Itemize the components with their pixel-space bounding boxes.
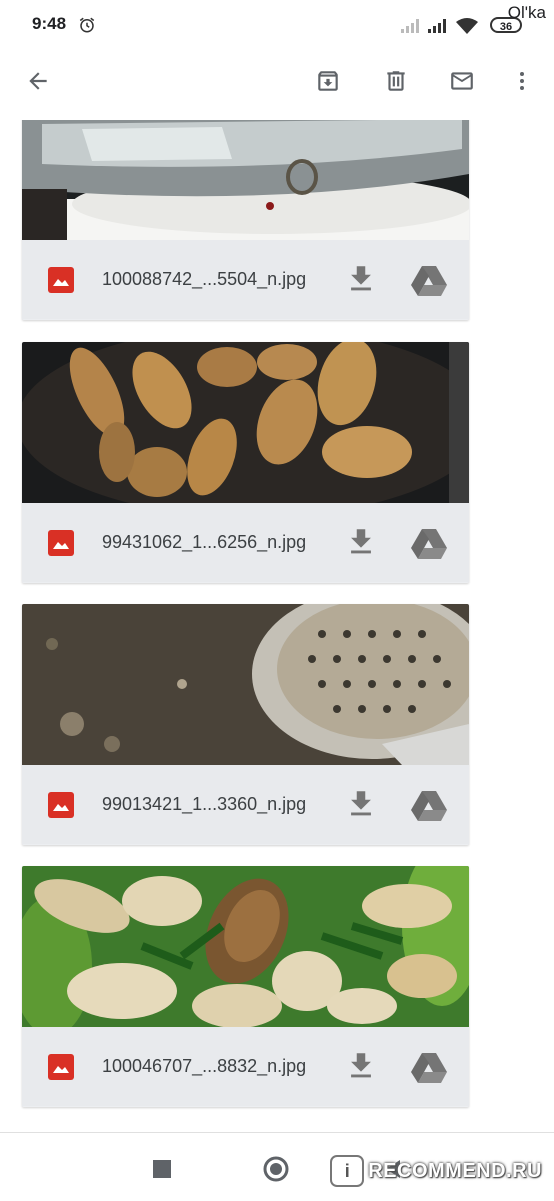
attachment-thumbnail[interactable]	[22, 342, 469, 503]
download-icon	[351, 266, 371, 291]
photo-chicken-salad	[22, 866, 469, 1027]
drive-icon	[411, 529, 447, 559]
status-time: 9:48	[32, 14, 67, 33]
more-options-button[interactable]	[502, 61, 542, 101]
save-to-drive-button[interactable]	[410, 787, 448, 823]
archive-button[interactable]	[308, 61, 348, 101]
watermark-text: RECOMMEND.RU	[368, 1159, 542, 1182]
download-button[interactable]	[344, 787, 378, 821]
recents-button[interactable]	[148, 1155, 176, 1183]
attachment-card[interactable]: 99013421_1...3360_n.jpg	[22, 604, 469, 845]
download-button[interactable]	[344, 262, 378, 296]
photo-pan-skimmer	[22, 604, 469, 765]
square-icon	[153, 1160, 171, 1178]
image-icon	[48, 792, 74, 818]
download-icon	[351, 529, 371, 554]
save-to-drive-button[interactable]	[410, 262, 448, 298]
signal-icon-1	[401, 19, 419, 33]
watermark: i RECOMMEND.RU	[330, 1155, 542, 1187]
home-button[interactable]	[262, 1155, 290, 1183]
attachment-info: 100088742_...5504_n.jpg	[22, 240, 469, 319]
attachments-list: 100088742_...5504_n.jpg 99431062_1...625…	[0, 120, 554, 1132]
mark-unread-button[interactable]	[442, 61, 482, 101]
download-icon	[351, 791, 371, 816]
back-arrow-icon	[29, 72, 47, 90]
drive-icon	[411, 266, 447, 296]
attachment-filename: 99013421_1...3360_n.jpg	[102, 794, 307, 814]
image-icon	[48, 267, 74, 293]
download-button[interactable]	[344, 1049, 378, 1083]
circle-icon	[263, 1156, 289, 1182]
attachment-filename: 100046707_...8832_n.jpg	[102, 1056, 307, 1076]
save-to-drive-button[interactable]	[410, 525, 448, 561]
attachment-card[interactable]: 100046707_...8832_n.jpg	[22, 866, 469, 1107]
attachment-filename: 100088742_...5504_n.jpg	[102, 269, 307, 289]
watermark-logo: i	[330, 1155, 365, 1187]
delete-button[interactable]	[376, 61, 416, 101]
attachment-thumbnail[interactable]	[22, 604, 469, 765]
download-icon	[351, 1053, 371, 1078]
drive-icon	[411, 791, 447, 821]
attachment-thumbnail[interactable]	[22, 120, 469, 240]
attachment-thumbnail[interactable]	[22, 866, 469, 1027]
drive-icon	[411, 1053, 447, 1083]
signal-icon-2	[428, 19, 446, 33]
back-button[interactable]	[18, 61, 58, 101]
trash-icon	[387, 71, 405, 91]
status-bar: 9:48 36 Ol'ka	[0, 0, 554, 50]
attachment-info: 99013421_1...3360_n.jpg	[22, 765, 469, 844]
image-icon	[48, 1054, 74, 1080]
mail-icon	[451, 72, 473, 90]
download-button[interactable]	[344, 525, 378, 559]
attachment-info: 99431062_1...6256_n.jpg	[22, 503, 469, 582]
image-icon	[48, 530, 74, 556]
photo-pan-lid	[22, 120, 469, 240]
save-to-drive-button[interactable]	[410, 1049, 448, 1085]
toolbar	[0, 50, 554, 112]
attachment-info: 100046707_...8832_n.jpg	[22, 1027, 469, 1106]
attachment-card[interactable]: 100088742_...5504_n.jpg	[22, 120, 469, 320]
more-vert-icon	[520, 72, 524, 90]
photo-frying-chicken	[22, 342, 469, 503]
attachment-filename: 99431062_1...6256_n.jpg	[102, 532, 307, 552]
archive-icon	[318, 71, 338, 91]
wifi-icon	[456, 18, 478, 34]
user-name: Ol'ka	[507, 3, 546, 22]
attachment-card[interactable]: 99431062_1...6256_n.jpg	[22, 342, 469, 583]
alarm-icon	[79, 17, 95, 33]
